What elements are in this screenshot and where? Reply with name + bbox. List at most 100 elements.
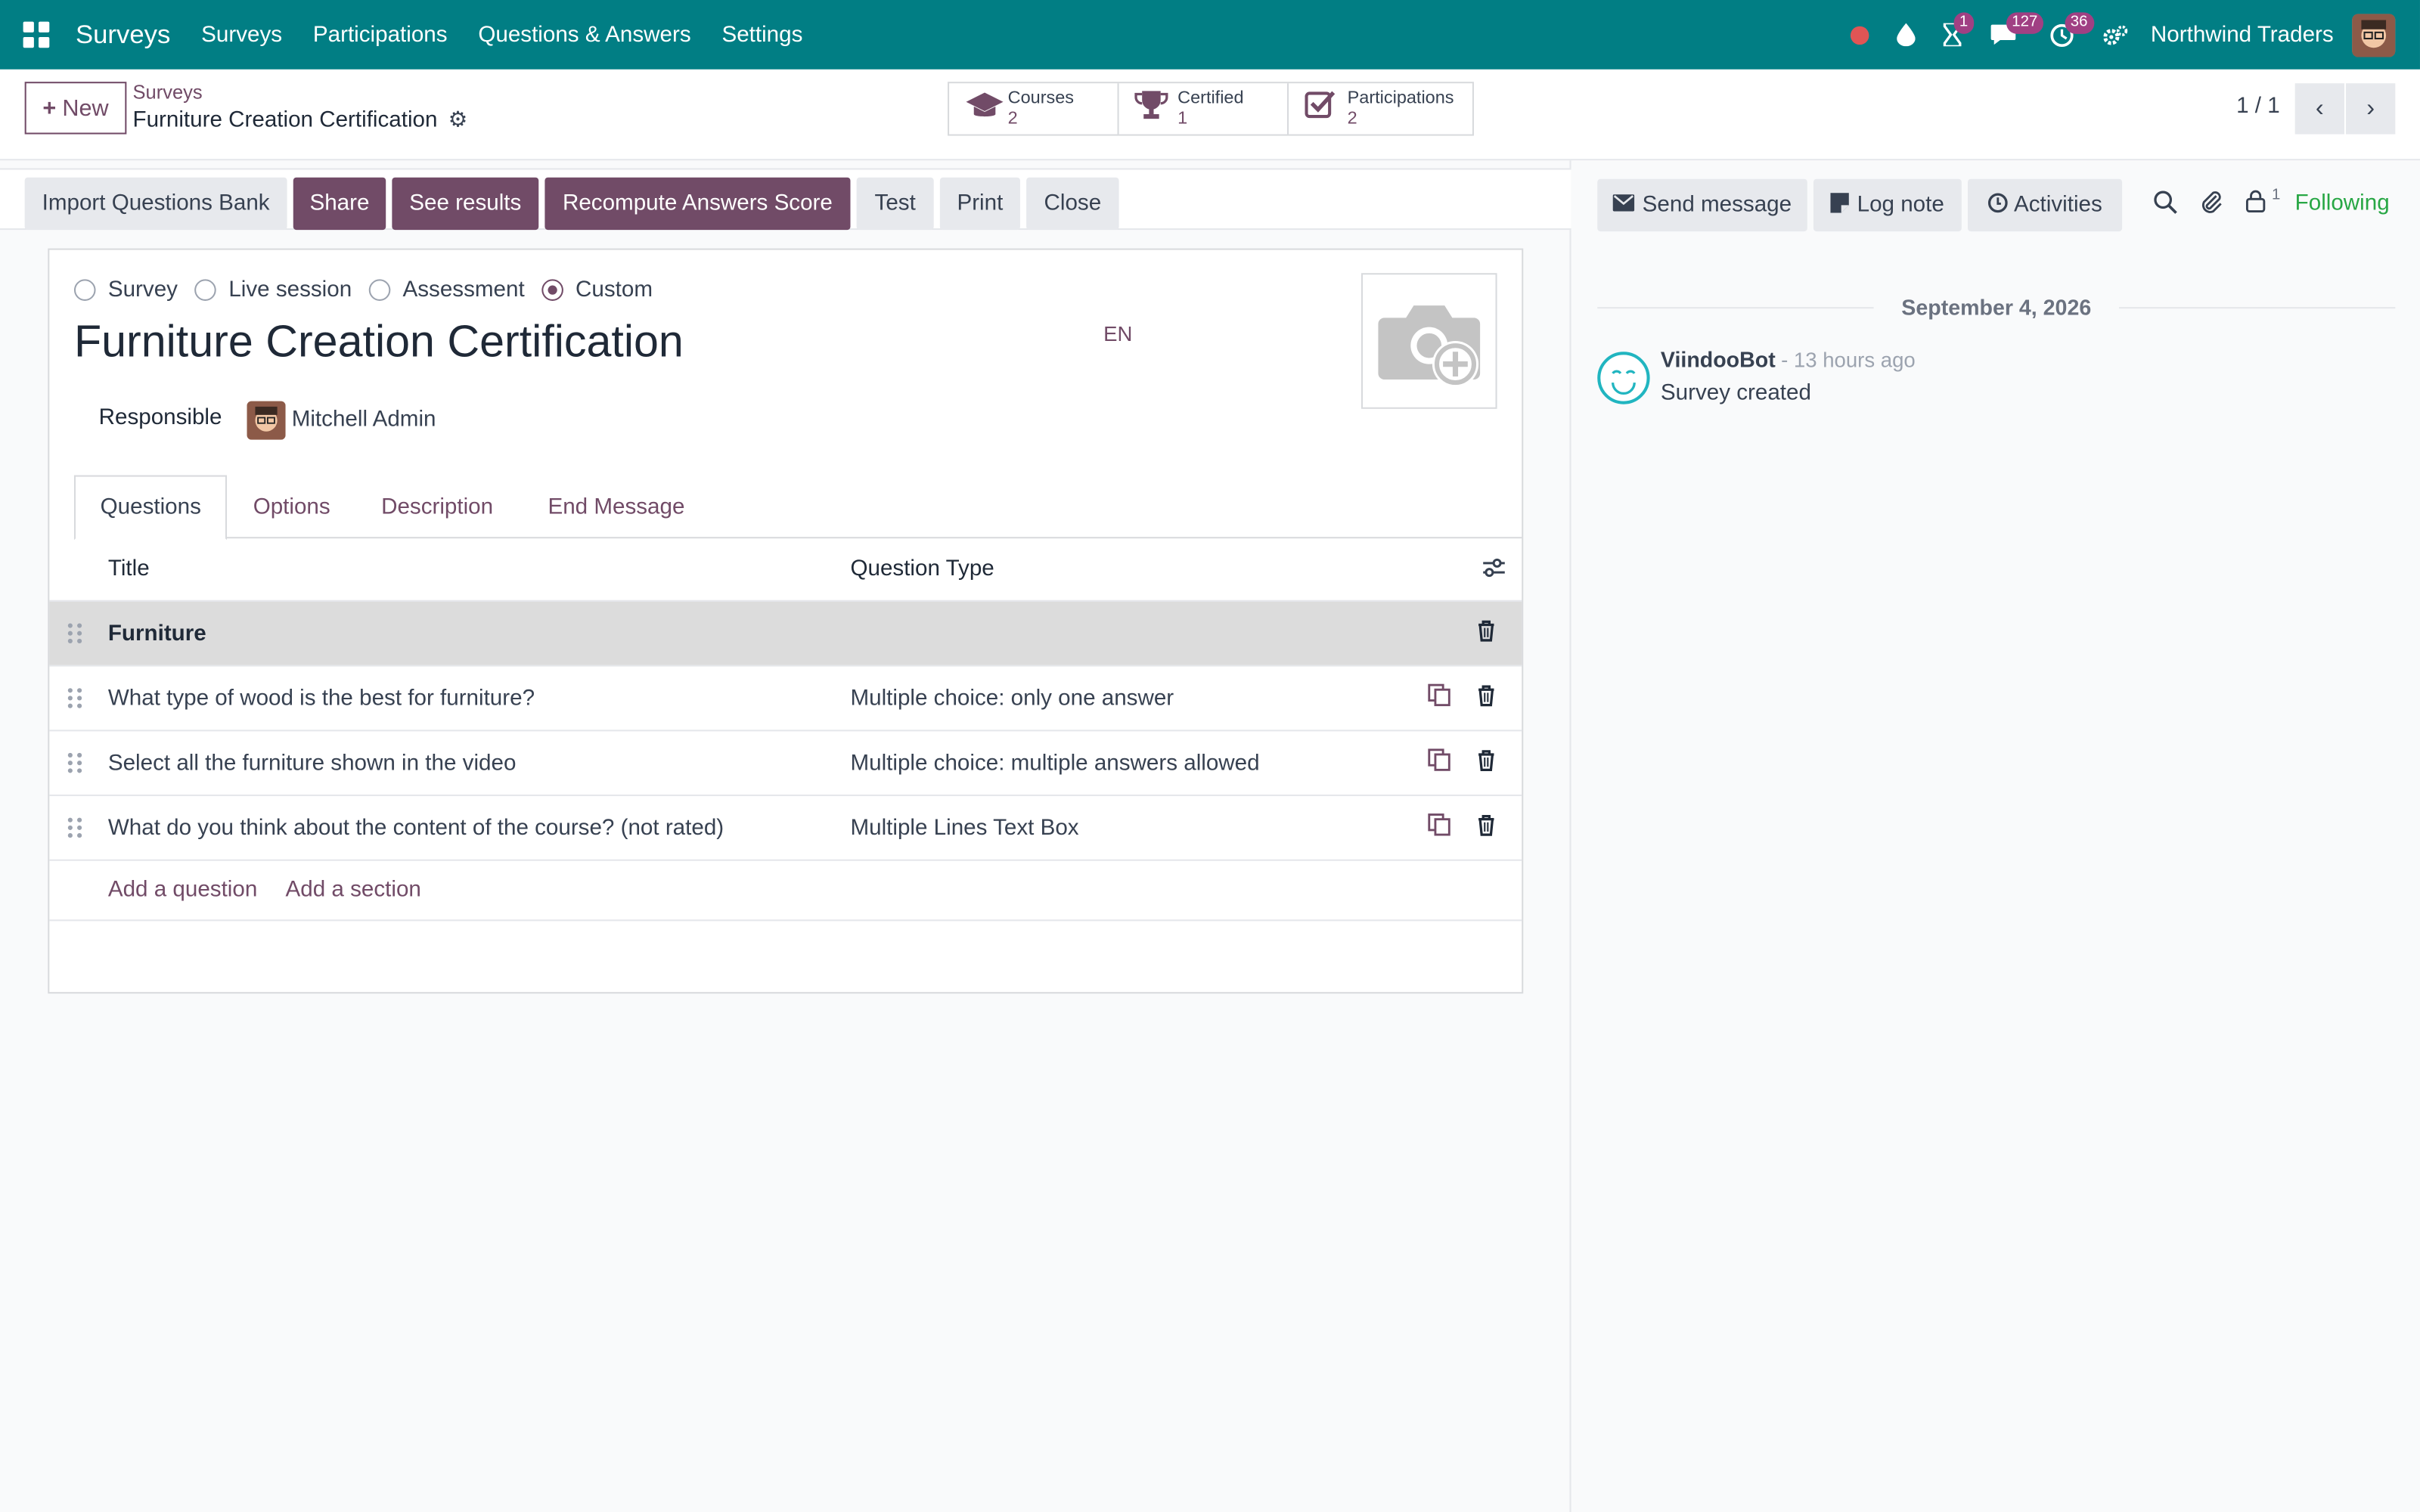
print-button[interactable]: Print	[939, 177, 1020, 231]
pager-value[interactable]: 1 / 1	[2236, 94, 2280, 119]
trash-icon[interactable]	[1477, 620, 1495, 646]
company-name[interactable]: Northwind Traders	[2151, 23, 2334, 48]
form-statusbar: Import Questions Bank Share See results …	[0, 168, 1571, 231]
gear-icon[interactable]: ⚙	[448, 107, 468, 133]
tab-end-message[interactable]: End Message	[523, 476, 709, 539]
top-navbar: Surveys Surveys Participations Questions…	[0, 0, 2420, 70]
chevron-left-icon: ‹	[2315, 94, 2324, 122]
recording-indicator[interactable]	[1836, 0, 1882, 70]
language-button[interactable]: EN	[1103, 323, 1132, 346]
radio-survey-label: Survey	[107, 277, 178, 302]
log-note-label: Log note	[1857, 193, 1944, 218]
clock-icon[interactable]: 36	[2031, 0, 2094, 70]
copy-icon[interactable]	[1428, 683, 1451, 713]
test-button[interactable]: Test	[856, 177, 934, 231]
radio-checked-icon	[541, 279, 563, 301]
form-sheet: Survey Live session Assessment Custom Fu…	[48, 248, 1524, 994]
responsible-avatar	[247, 401, 286, 440]
search-icon[interactable]	[2153, 190, 2178, 221]
survey-image-upload[interactable]	[1360, 273, 1497, 409]
notebook-tabs: Questions Options Description End Messag…	[73, 475, 1522, 541]
radio-live-session-label: Live session	[228, 277, 352, 302]
certified-smart-button[interactable]: Certified 1	[1119, 83, 1289, 135]
menu-settings[interactable]: Settings	[721, 23, 802, 48]
survey-title-field[interactable]: Furniture Creation Certification	[74, 318, 684, 368]
new-button-label: New	[62, 94, 109, 122]
responsible-label: Responsible	[98, 405, 222, 431]
date-separator: September 4, 2026	[1597, 292, 2396, 323]
breadcrumb-current-label: Furniture Creation Certification	[132, 107, 438, 132]
message-author[interactable]: ViindooBot	[1661, 347, 1776, 372]
table-row-section[interactable]: Furniture	[49, 600, 1522, 665]
log-note-button[interactable]: Log note	[1813, 178, 1962, 232]
date-label: September 4, 2026	[1901, 294, 2092, 320]
courses-value: 2	[1007, 108, 1018, 128]
tab-description[interactable]: Description	[356, 476, 517, 539]
tab-options[interactable]: Options	[228, 476, 355, 539]
breadcrumb-parent[interactable]: Surveys	[133, 82, 203, 104]
drop-icon[interactable]	[1882, 0, 1928, 70]
following-button[interactable]: Following	[2295, 191, 2390, 216]
followers-lock-icon[interactable]	[2245, 190, 2266, 219]
trash-icon[interactable]	[1477, 814, 1495, 841]
responsible-field[interactable]: Mitchell Admin	[292, 407, 436, 432]
trash-icon[interactable]	[1477, 750, 1495, 776]
radio-custom[interactable]: Custom	[541, 277, 653, 302]
see-results-button[interactable]: See results	[392, 177, 539, 231]
graduation-cap-icon	[965, 88, 1008, 129]
radio-survey[interactable]: Survey	[73, 277, 178, 302]
drag-handle-icon[interactable]	[67, 816, 83, 839]
clock-badge: 36	[2064, 12, 2094, 34]
optional-columns-icon[interactable]	[1481, 556, 1506, 583]
envelope-icon	[1612, 193, 1635, 218]
trash-icon[interactable]	[1477, 685, 1495, 711]
import-questions-bank-button[interactable]: Import Questions Bank	[24, 177, 287, 231]
share-button[interactable]: Share	[293, 177, 386, 231]
table-row[interactable]: What do you think about the content of t…	[49, 795, 1522, 860]
close-button[interactable]: Close	[1026, 177, 1119, 231]
table-row[interactable]: What type of wood is the best for furnit…	[49, 665, 1522, 730]
copy-icon[interactable]	[1428, 748, 1451, 778]
hourglass-icon[interactable]: 1	[1928, 0, 1975, 70]
add-question-link[interactable]: Add a question	[108, 878, 257, 903]
courses-smart-button[interactable]: Courses 2	[949, 83, 1119, 135]
menu-participations[interactable]: Participations	[313, 23, 448, 48]
radio-live-session[interactable]: Live session	[194, 277, 352, 302]
note-icon	[1830, 192, 1850, 218]
row-type: Multiple choice: multiple answers allowe…	[850, 750, 1260, 776]
menu-surveys[interactable]: Surveys	[201, 23, 282, 48]
pager-previous-button[interactable]: ‹	[2294, 83, 2344, 135]
form-view: Import Questions Bank Share See results …	[0, 160, 1571, 1512]
column-title[interactable]: Title	[108, 557, 150, 582]
recompute-answers-score-button[interactable]: Recompute Answers Score	[544, 177, 851, 231]
participations-smart-button[interactable]: Participations 2	[1289, 83, 1472, 134]
drag-handle-icon[interactable]	[67, 622, 83, 644]
add-section-link[interactable]: Add a section	[286, 878, 421, 903]
row-type: Multiple choice: only one answer	[850, 686, 1174, 711]
row-title: Select all the furniture shown in the vi…	[107, 750, 517, 776]
menu-questions-answers[interactable]: Questions & Answers	[478, 23, 690, 48]
copy-icon[interactable]	[1428, 813, 1451, 843]
participations-value: 2	[1347, 108, 1357, 128]
certified-label: Certified	[1177, 88, 1244, 107]
settings-gears-icon[interactable]	[2092, 0, 2138, 70]
pager-next-button[interactable]: ›	[2346, 83, 2396, 135]
tab-questions[interactable]: Questions	[73, 475, 228, 541]
drag-handle-icon[interactable]	[67, 687, 83, 709]
app-menu-icon[interactable]	[20, 17, 54, 51]
table-row[interactable]: Select all the furniture shown in the vi…	[49, 730, 1522, 795]
activities-button[interactable]: Activities	[1968, 178, 2123, 232]
column-question-type[interactable]: Question Type	[850, 557, 994, 582]
new-button[interactable]: + New	[24, 82, 127, 135]
control-panel: + New Surveys Furniture Creation Certific…	[0, 69, 2420, 161]
radio-assessment[interactable]: Assessment	[368, 277, 525, 302]
drag-handle-icon[interactable]	[67, 751, 83, 774]
courses-label: Courses	[1007, 88, 1075, 107]
app-brand[interactable]: Surveys	[76, 20, 170, 51]
questions-table: Title Question Type Furniture What type	[49, 538, 1522, 922]
user-avatar[interactable]	[2352, 13, 2396, 57]
breadcrumb-current: Furniture Creation Certification ⚙	[133, 107, 468, 133]
send-message-button[interactable]: Send message	[1597, 178, 1807, 232]
messages-icon[interactable]: 127	[1975, 0, 2044, 70]
paperclip-icon[interactable]	[2199, 190, 2224, 221]
